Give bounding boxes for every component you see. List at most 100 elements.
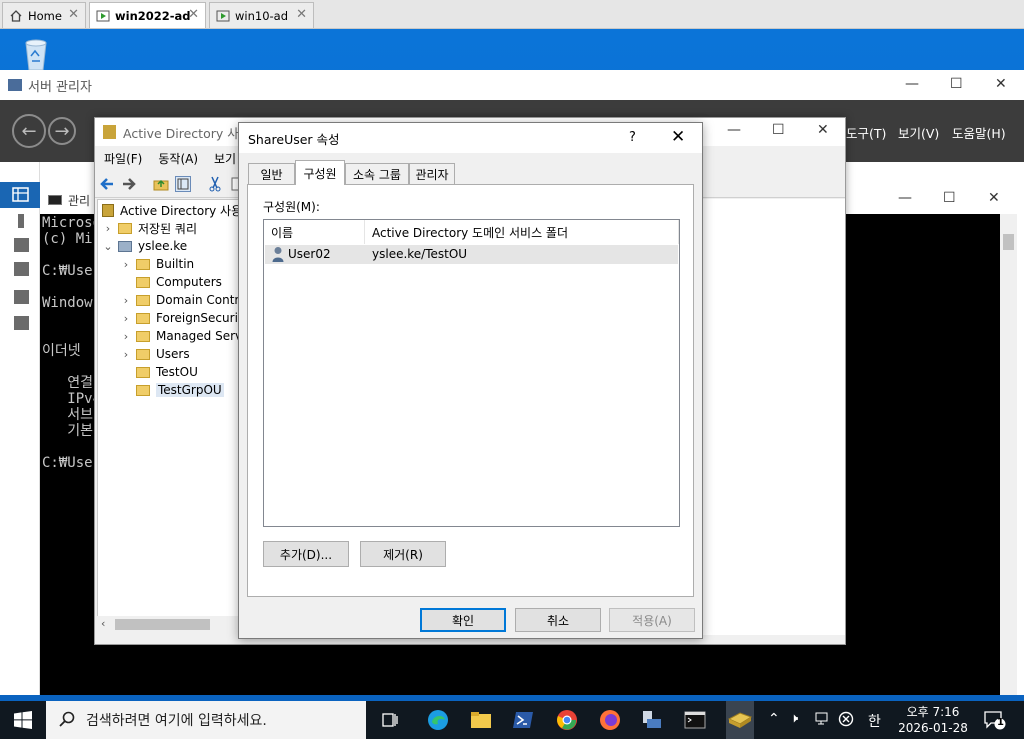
- close-icon[interactable]: ✕: [988, 190, 1000, 206]
- forward-icon[interactable]: [121, 176, 137, 192]
- aduc-icon: [102, 203, 114, 217]
- tree-item-saved-queries[interactable]: › 저장된 쿼리: [102, 219, 197, 237]
- cut-icon[interactable]: [207, 176, 223, 192]
- back-icon[interactable]: ←: [12, 114, 46, 148]
- maximize-icon[interactable]: ☐: [950, 76, 963, 92]
- minimize-icon[interactable]: —: [905, 76, 919, 92]
- help-icon[interactable]: ?: [629, 130, 636, 145]
- expand-icon[interactable]: ›: [120, 294, 132, 307]
- tab-home[interactable]: Home ✕: [2, 2, 86, 28]
- collapse-icon[interactable]: ⌄: [102, 240, 114, 253]
- back-icon[interactable]: [99, 176, 115, 192]
- close-icon[interactable]: ✕: [188, 7, 199, 22]
- window-title: 서버 관리자: [28, 79, 92, 95]
- sidebar-item-dashboard[interactable]: [0, 182, 40, 208]
- tab-members[interactable]: 구성원: [295, 160, 345, 185]
- horizontal-scrollbar[interactable]: ‹: [97, 616, 242, 633]
- tab-win2022-ad[interactable]: win2022-ad ✕: [89, 2, 206, 28]
- menu-file[interactable]: 파일(F): [104, 150, 142, 167]
- all-servers-icon[interactable]: [14, 238, 29, 252]
- scroll-thumb[interactable]: [115, 619, 210, 630]
- aduc-taskbar-icon[interactable]: [726, 701, 754, 739]
- server-manager-icon[interactable]: [641, 709, 663, 731]
- menu-view[interactable]: 보기(V): [898, 123, 939, 142]
- tree-item-ou[interactable]: TestOU: [120, 363, 198, 381]
- tree-item-ou[interactable]: › Builtin: [120, 255, 194, 273]
- tab-general[interactable]: 일반: [248, 163, 295, 184]
- close-icon[interactable]: ✕: [817, 122, 829, 138]
- ime-indicator[interactable]: 한: [868, 711, 881, 731]
- chevron-up-icon[interactable]: ⌃: [768, 711, 780, 727]
- members-list[interactable]: 이름 Active Directory 도메인 서비스 폴더 User02 ys…: [263, 219, 680, 527]
- search-box[interactable]: 검색하려면 여기에 입력하세요.: [46, 701, 366, 739]
- close-icon[interactable]: ✕: [995, 76, 1007, 92]
- column-header-name[interactable]: 이름: [264, 220, 365, 244]
- task-view-icon[interactable]: [379, 709, 401, 731]
- close-icon[interactable]: ✕: [671, 127, 685, 147]
- volume-muted-icon[interactable]: 🕨: [790, 711, 798, 726]
- clock[interactable]: 오후 7:16 2026-01-28: [894, 704, 972, 736]
- tab-win10-ad[interactable]: win10-ad ✕: [209, 2, 314, 28]
- expand-icon[interactable]: ›: [120, 258, 132, 271]
- tree-label: Active Directory 사용자: [120, 203, 242, 218]
- maximize-icon[interactable]: ☐: [943, 190, 956, 206]
- apply-button[interactable]: 적용(A): [609, 608, 695, 632]
- tree-item-ou-selected[interactable]: TestGrpOU: [120, 381, 224, 399]
- expand-icon[interactable]: ›: [120, 312, 132, 325]
- powershell-icon[interactable]: [512, 709, 534, 731]
- column-header-folder[interactable]: Active Directory 도메인 서비스 폴더: [365, 220, 679, 244]
- ad-ds-icon[interactable]: [14, 290, 29, 304]
- close-icon[interactable]: ✕: [296, 7, 307, 22]
- file-explorer-icon[interactable]: [470, 709, 492, 731]
- notification-icon[interactable]: 1: [984, 710, 1006, 733]
- tree-item-ou[interactable]: Computers: [120, 273, 222, 291]
- tab-member-of[interactable]: 소속 그룹: [345, 163, 409, 184]
- scroll-thumb[interactable]: [1003, 234, 1014, 250]
- storage-icon[interactable]: [14, 316, 29, 330]
- file-services-icon[interactable]: [14, 262, 29, 276]
- action-center-warning-icon[interactable]: [838, 711, 854, 730]
- up-folder-icon[interactable]: [153, 176, 169, 192]
- tab-managed-by[interactable]: 관리자: [409, 163, 455, 184]
- expand-icon[interactable]: ›: [120, 330, 132, 343]
- cmd-icon[interactable]: [684, 709, 706, 731]
- add-button[interactable]: 추가(D)...: [263, 541, 349, 567]
- time: 오후 7:16: [906, 705, 960, 719]
- tree-item-domain[interactable]: ⌄ yslee.ke: [102, 237, 187, 255]
- home-icon: [9, 9, 23, 23]
- console-tree: Active Directory 사용자 › 저장된 쿼리 ⌄ yslee.ke…: [97, 199, 242, 617]
- scroll-left-icon[interactable]: ‹: [101, 617, 105, 630]
- start-button[interactable]: [0, 701, 46, 739]
- tree-root[interactable]: Active Directory 사용자: [102, 201, 242, 219]
- cmd-icon: [48, 195, 62, 205]
- maximize-icon[interactable]: ☐: [772, 122, 785, 138]
- tree-label: TestGrpOU: [156, 383, 224, 397]
- expand-icon[interactable]: ›: [120, 348, 132, 361]
- show-hide-console-tree-icon[interactable]: [175, 176, 191, 192]
- menu-help[interactable]: 도움말(H): [952, 123, 1006, 142]
- remove-button[interactable]: 제거(R): [360, 541, 446, 567]
- menu-view[interactable]: 보기: [214, 150, 236, 167]
- menu-action[interactable]: 동작(A): [158, 150, 198, 167]
- minimize-icon[interactable]: —: [727, 122, 741, 138]
- notification-count: 1: [997, 717, 1004, 728]
- ok-button[interactable]: 확인: [420, 608, 506, 632]
- minimize-icon[interactable]: —: [898, 190, 912, 206]
- scrollbar[interactable]: [1000, 214, 1017, 695]
- close-icon[interactable]: ✕: [68, 7, 79, 22]
- forward-icon[interactable]: →: [48, 117, 76, 145]
- tree-item-ou[interactable]: › Users: [120, 345, 190, 363]
- chrome-icon[interactable]: [556, 709, 578, 731]
- list-item[interactable]: User02 yslee.ke/TestOU: [265, 245, 678, 264]
- recycle-bin-icon[interactable]: [16, 37, 56, 71]
- expand-icon[interactable]: ›: [102, 222, 114, 235]
- local-server-icon[interactable]: [18, 214, 24, 228]
- tree-item-ou[interactable]: › ForeignSecurity: [120, 309, 241, 327]
- cancel-button[interactable]: 취소: [515, 608, 601, 632]
- edge-icon[interactable]: [427, 709, 449, 731]
- firefox-icon[interactable]: [599, 709, 621, 731]
- tree-item-ou[interactable]: › Domain Contro: [120, 291, 241, 309]
- tree-item-ou[interactable]: › Managed Servi: [120, 327, 241, 345]
- network-icon[interactable]: [814, 711, 832, 730]
- menu-tools[interactable]: 도구(T): [846, 123, 886, 142]
